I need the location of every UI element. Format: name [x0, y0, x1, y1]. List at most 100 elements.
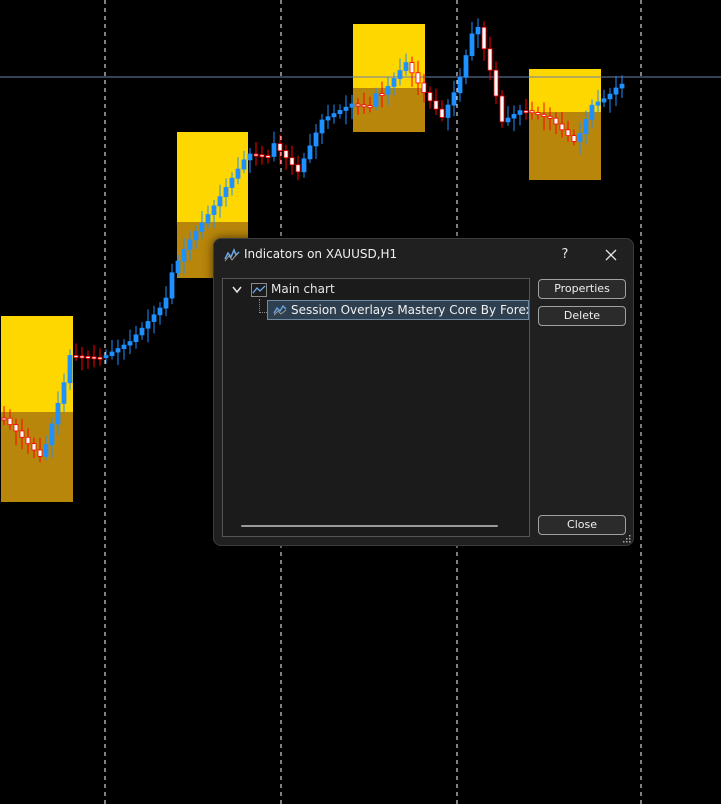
dialog-title-bar[interactable]: Indicators on XAUUSD,H1 ?: [214, 239, 633, 271]
candle-body: [13, 424, 19, 432]
candle-body: [583, 119, 589, 135]
candle-body: [457, 76, 463, 94]
candle-body: [535, 112, 541, 115]
close-button[interactable]: Close: [538, 515, 626, 535]
candle-body: [439, 108, 445, 118]
candle-body: [619, 83, 625, 89]
candle-body: [157, 307, 163, 316]
indicator-name: Session Overlays Mastery Core By Forex N…: [291, 303, 528, 317]
candle-body: [79, 355, 85, 359]
candle-body: [451, 92, 457, 106]
candle-body: [295, 164, 301, 173]
candle-body: [145, 321, 151, 329]
candle-body: [349, 103, 355, 108]
candle-body: [61, 382, 67, 404]
session-overlay: [353, 24, 425, 88]
chart-window-icon: [251, 283, 267, 297]
candle-body: [523, 110, 529, 114]
candle-body: [553, 117, 559, 125]
candle-body: [283, 150, 289, 159]
indicators-dialog: Indicators on XAUUSD,H1 ? Main chart Ses…: [213, 238, 634, 546]
candle-body: [289, 157, 295, 166]
help-button[interactable]: ?: [552, 243, 578, 267]
candle-body: [217, 196, 223, 207]
candle-body: [541, 114, 547, 117]
indicator-icon: [273, 304, 287, 316]
candle-body: [139, 327, 145, 336]
candle-body: [19, 430, 25, 438]
candle-body: [385, 86, 391, 95]
candle-body: [241, 159, 247, 170]
candle-body: [607, 93, 613, 100]
candle-body: [109, 351, 115, 356]
delete-button[interactable]: Delete: [538, 306, 626, 326]
resize-grip-icon[interactable]: [623, 535, 631, 543]
candle-body: [43, 444, 49, 457]
candle-body: [511, 114, 517, 119]
candle-body: [403, 62, 409, 71]
candle-body: [169, 272, 175, 299]
candle-body: [361, 104, 367, 108]
candle-body: [127, 341, 133, 346]
candle-body: [415, 72, 421, 84]
indicator-icon: [224, 248, 240, 262]
candle-body: [565, 129, 571, 137]
chevron-down-icon[interactable]: [231, 285, 243, 295]
candle-body: [589, 104, 595, 120]
candle-body: [25, 436, 31, 445]
candle-body: [613, 87, 619, 95]
indicator-list-item[interactable]: Session Overlays Mastery Core By Forex N…: [267, 300, 529, 320]
candle-body: [229, 177, 235, 188]
candle-body: [277, 143, 283, 152]
candle-body: [469, 33, 475, 57]
candle-body: [1, 417, 7, 421]
candle-body: [187, 239, 193, 250]
candle-body: [505, 117, 511, 123]
candle-body: [529, 110, 535, 114]
candle-body: [319, 119, 325, 134]
candle-body: [355, 103, 361, 107]
tree-node-main-chart[interactable]: Main chart: [223, 279, 523, 297]
candle-body: [253, 153, 259, 157]
candle-body: [121, 344, 127, 349]
close-icon[interactable]: [598, 243, 624, 267]
candle-body: [193, 231, 199, 241]
candle-body: [499, 95, 505, 123]
candle-body: [577, 133, 583, 142]
candle-body: [463, 55, 469, 78]
candle-body: [391, 78, 397, 87]
candle-body: [85, 355, 91, 359]
horizontal-scrollbar[interactable]: [241, 525, 498, 527]
candle-body: [337, 110, 343, 115]
candle-body: [481, 26, 487, 50]
candle-body: [493, 69, 499, 97]
candle-body: [601, 98, 607, 103]
candle-body: [97, 356, 103, 360]
candle-body: [265, 155, 271, 159]
candle-body: [37, 449, 43, 457]
indicator-tree[interactable]: Main chart Session Overlays Mastery Core…: [222, 278, 530, 537]
candle-body: [31, 443, 37, 451]
candle-body: [211, 205, 217, 215]
properties-button[interactable]: Properties: [538, 279, 626, 299]
candle-body: [433, 100, 439, 110]
candle-body: [163, 297, 169, 309]
candle-body: [271, 143, 277, 157]
candle-body: [475, 26, 481, 35]
candle-body: [427, 92, 433, 102]
session-overlay: [529, 112, 601, 180]
tree-connector: [259, 299, 260, 313]
candle-body: [181, 248, 187, 262]
candle-body: [133, 334, 139, 342]
candle-body: [487, 48, 493, 71]
candle-body: [151, 314, 157, 322]
candle-body: [517, 110, 523, 115]
candle-body: [421, 82, 427, 93]
dialog-title: Indicators on XAUUSD,H1: [244, 247, 398, 261]
candle-body: [595, 101, 601, 106]
candle-body: [445, 104, 451, 118]
candle-body: [67, 355, 73, 384]
candle-body: [343, 106, 349, 111]
candle-body: [91, 356, 97, 360]
candle-body: [379, 93, 385, 96]
